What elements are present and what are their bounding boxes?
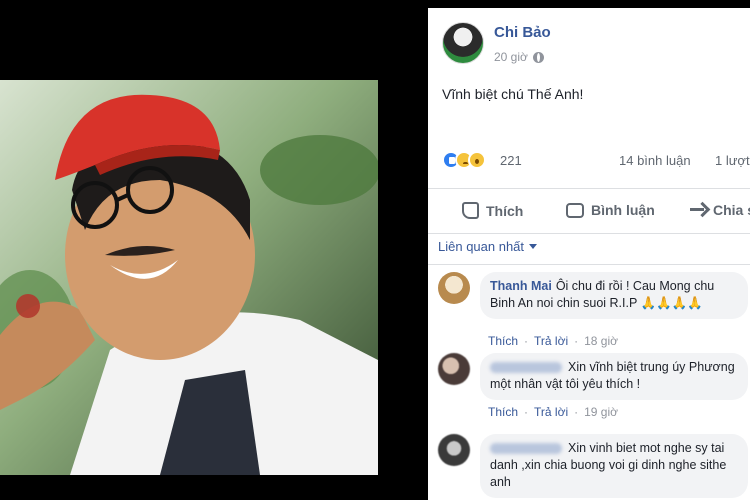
comment-actions: Thích · Trả lời · 19 giờ <box>488 405 618 419</box>
comment-bubble: Thanh Mai Ôi chu đi rồi ! Cau Mong chu Bi… <box>480 272 748 319</box>
post-time[interactable]: 20 giờ <box>494 50 528 64</box>
thumbs-up-icon <box>462 202 479 219</box>
reactions-bar: 221 14 bình luận 1 lượt chia sẻ <box>442 151 750 171</box>
globe-icon <box>532 51 544 63</box>
comment-time[interactable]: 18 giờ <box>584 334 618 348</box>
divider <box>428 264 750 265</box>
share-button[interactable]: Chia sẻ <box>690 202 750 218</box>
like-button[interactable]: Thích <box>462 202 523 219</box>
commenter-name[interactable]: Thanh Mai <box>490 279 552 293</box>
comment-sort-dropdown[interactable]: Liên quan nhất <box>438 239 538 254</box>
comment-reply-link[interactable]: Trả lời <box>534 334 568 348</box>
comment-time[interactable]: 19 giờ <box>584 405 618 419</box>
post-text: Vĩnh biệt chú Thế Anh! <box>442 86 584 102</box>
comment-like-link[interactable]: Thích <box>488 405 518 419</box>
comment-actions: Thích · Trả lời · 18 giờ <box>488 334 618 348</box>
comment-count[interactable]: 14 bình luận <box>619 153 691 168</box>
commenter-name-redacted[interactable] <box>490 362 562 374</box>
commenter-avatar[interactable] <box>438 353 470 385</box>
separator: · <box>524 405 529 419</box>
photo-viewer <box>0 0 428 500</box>
commenter-name-redacted[interactable] <box>490 443 562 455</box>
post-meta: 20 giờ <box>494 50 544 64</box>
separator: · <box>524 334 529 348</box>
post-sidebar: Chi Bảo 20 giờ Vĩnh biệt chú Thế Anh! 22… <box>428 8 750 500</box>
comment-icon <box>566 202 584 218</box>
post-header: Chi Bảo 20 giờ <box>428 8 750 68</box>
sort-label: Liên quan nhất <box>438 239 525 254</box>
separator: · <box>574 334 579 348</box>
comment-reply-link[interactable]: Trả lời <box>534 405 568 419</box>
caret-down-icon <box>529 244 538 249</box>
action-bar: Thích Bình luận Chia sẻ <box>428 188 750 234</box>
wow-reaction-icon <box>468 151 486 169</box>
separator: · <box>574 405 579 419</box>
share-arrow-icon <box>690 202 706 218</box>
comment-bubble: Xin vinh biet mot nghe sy tai danh ,xin … <box>480 434 748 498</box>
comment-bubble: Xin vĩnh biệt trung úy Phương một nhân v… <box>480 353 748 400</box>
comment-button[interactable]: Bình luận <box>566 202 655 218</box>
portrait-illustration <box>0 80 378 475</box>
commenter-avatar[interactable] <box>438 272 470 304</box>
share-button-label: Chia sẻ <box>713 202 750 218</box>
share-count[interactable]: 1 lượt chia sẻ <box>715 153 750 168</box>
like-button-label: Thích <box>486 202 524 219</box>
poster-avatar[interactable] <box>442 22 484 64</box>
reaction-count[interactable]: 221 <box>500 153 522 168</box>
poster-name[interactable]: Chi Bảo <box>494 24 551 41</box>
comment-like-link[interactable]: Thích <box>488 334 518 348</box>
comment-button-label: Bình luận <box>591 202 655 218</box>
post-photo[interactable] <box>0 80 378 475</box>
commenter-avatar[interactable] <box>438 434 470 466</box>
reaction-icons[interactable] <box>442 151 486 169</box>
